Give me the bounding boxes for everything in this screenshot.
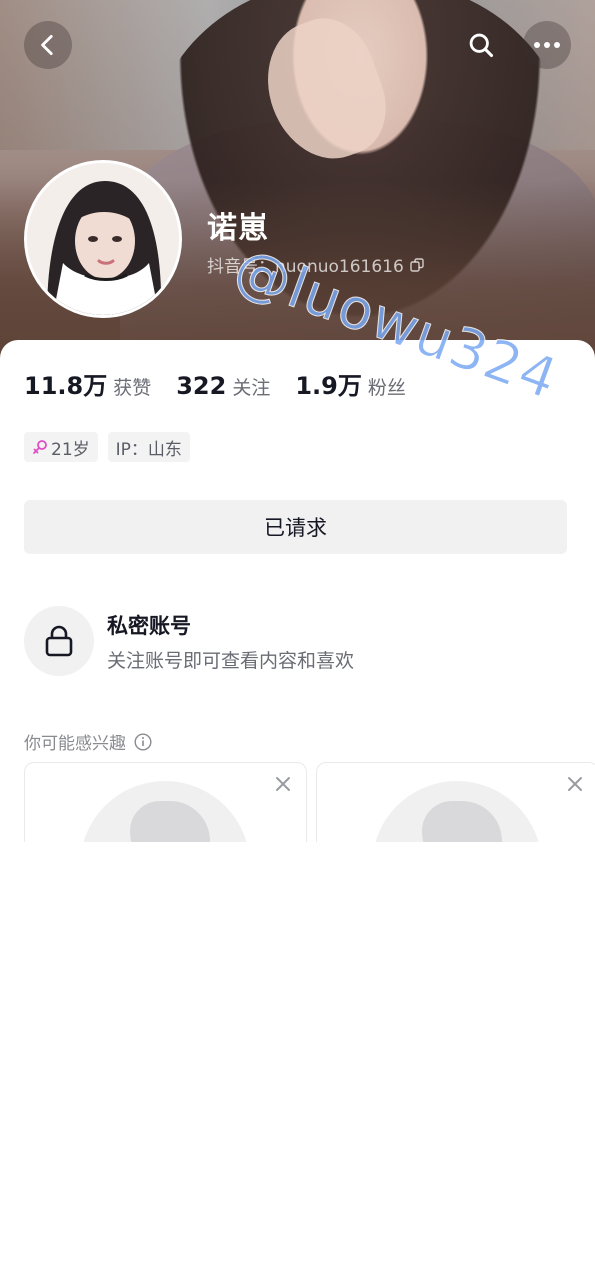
stat-followers-label: 粉丝 (367, 377, 406, 399)
stat-following-label: 关注 (232, 377, 271, 399)
close-icon[interactable] (272, 773, 294, 795)
back-button[interactable] (24, 21, 72, 69)
more-icon (534, 42, 560, 48)
profile-stats: 11.8万 获赞 322 关注 1.9万 粉丝 (24, 366, 431, 401)
private-account-description: 关注账号即可查看内容和喜欢 (107, 650, 355, 672)
suggestion-card[interactable] (24, 762, 307, 842)
stat-likes[interactable]: 11.8万 获赞 (24, 366, 151, 401)
stat-followers[interactable]: 1.9万 粉丝 (295, 366, 406, 401)
avatar-image (27, 163, 179, 315)
douyin-id-text: 抖音号：nuonuo161616 (207, 257, 404, 277)
info-icon[interactable] (134, 732, 152, 751)
suggestion-card[interactable] (316, 762, 595, 842)
age-text: 21岁 (51, 439, 90, 460)
female-icon (33, 440, 47, 454)
stat-likes-label: 获赞 (113, 377, 152, 399)
copy-icon[interactable] (410, 257, 424, 272)
age-tag: 21岁 (24, 432, 98, 462)
private-account-lock (24, 606, 94, 676)
stat-following[interactable]: 322 关注 (176, 372, 270, 400)
profile-tags: 21岁 IP：山东 (24, 432, 190, 462)
private-account-title: 私密账号 (107, 614, 191, 638)
more-button[interactable] (523, 21, 571, 69)
close-icon[interactable] (564, 773, 586, 795)
douyin-id[interactable]: 抖音号：nuonuo161616 (207, 252, 424, 277)
chevron-left-icon (41, 34, 53, 56)
search-icon (469, 33, 494, 58)
lock-icon (45, 625, 73, 657)
follow-requested-button[interactable]: 已请求 (24, 500, 567, 554)
ip-text: IP：山东 (115, 439, 182, 460)
avatar[interactable] (24, 160, 182, 318)
stat-followers-value: 1.9万 (295, 372, 362, 400)
suggestions-heading: 你可能感兴趣 (24, 729, 152, 754)
stat-following-value: 322 (176, 372, 227, 400)
stat-likes-value: 11.8万 (24, 372, 108, 400)
suggestion-cards (0, 762, 595, 842)
ip-tag: IP：山东 (107, 432, 190, 462)
nickname: 诺崽 (207, 211, 269, 246)
suggestions-heading-text: 你可能感兴趣 (24, 734, 126, 754)
search-button[interactable] (457, 21, 505, 69)
